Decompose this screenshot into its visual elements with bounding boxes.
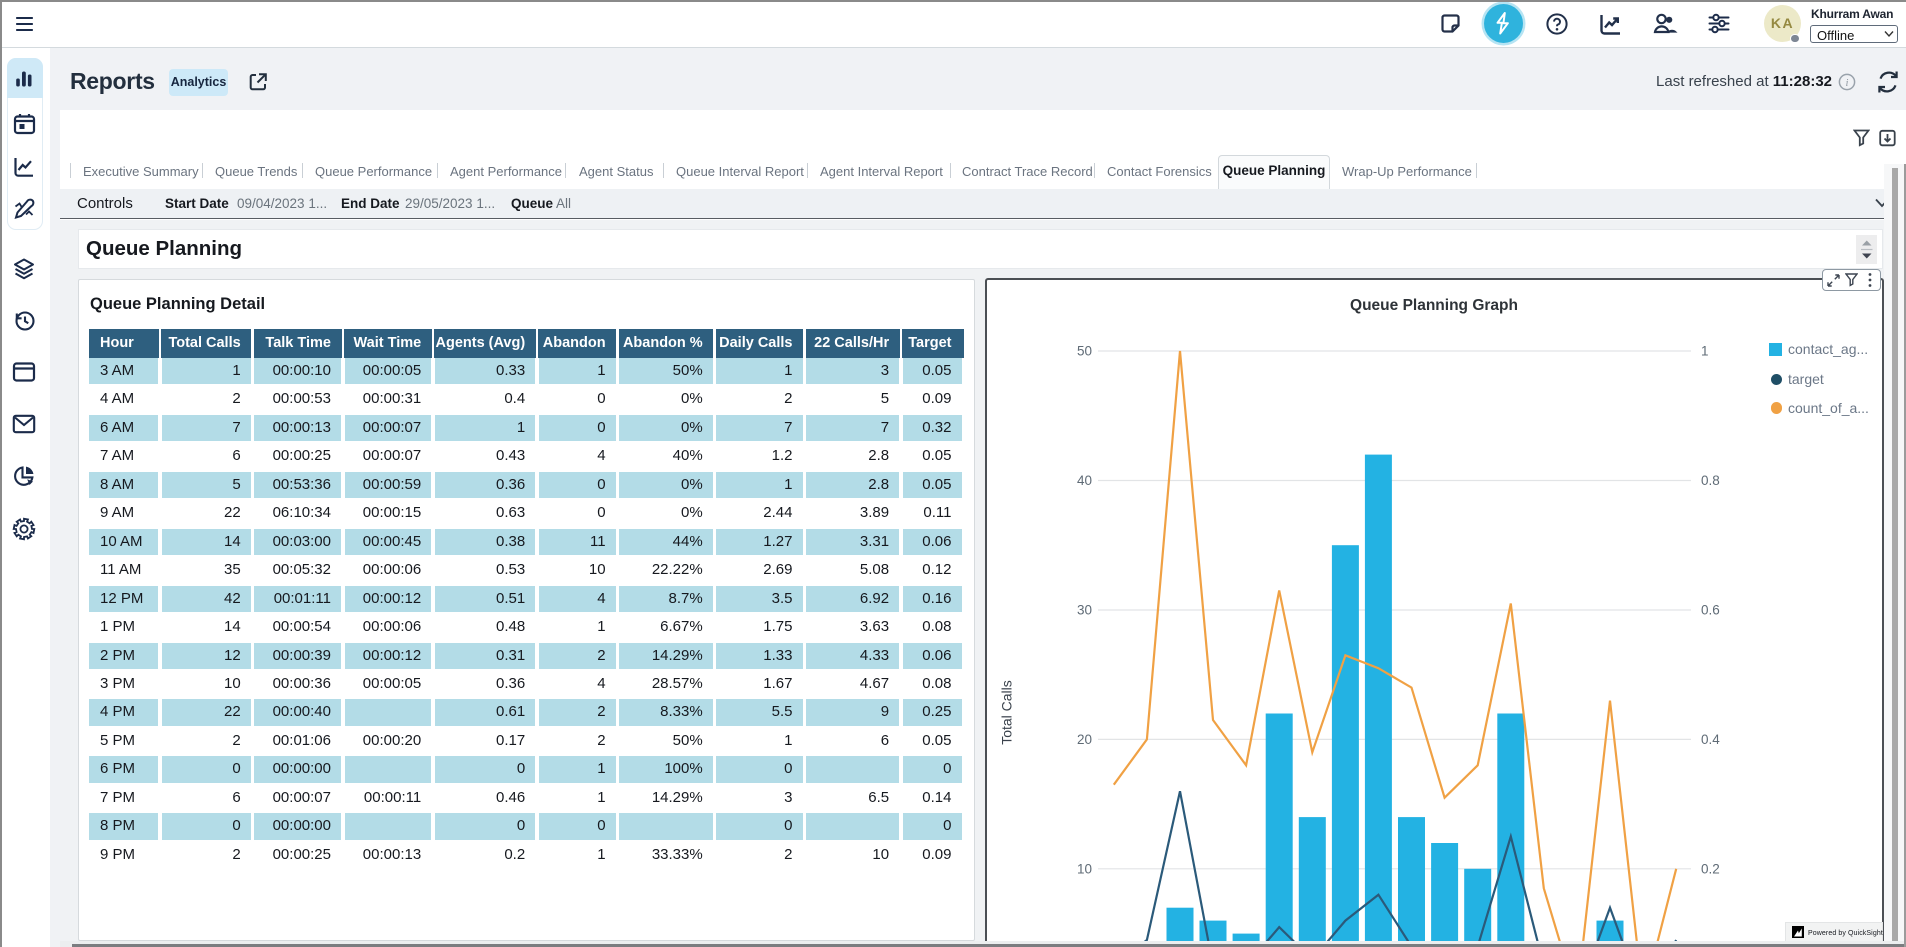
svg-text:1: 1 (1701, 344, 1709, 359)
svg-text:0.2: 0.2 (1701, 861, 1720, 876)
svg-text:40: 40 (1077, 473, 1092, 488)
svg-text:0.6: 0.6 (1701, 603, 1720, 618)
svg-text:0.8: 0.8 (1701, 473, 1720, 488)
svg-text:50: 50 (1077, 344, 1092, 359)
svg-text:20: 20 (1077, 732, 1092, 747)
svg-text:10: 10 (1077, 861, 1092, 876)
svg-text:30: 30 (1077, 603, 1092, 618)
svg-text:0.4: 0.4 (1701, 732, 1720, 747)
